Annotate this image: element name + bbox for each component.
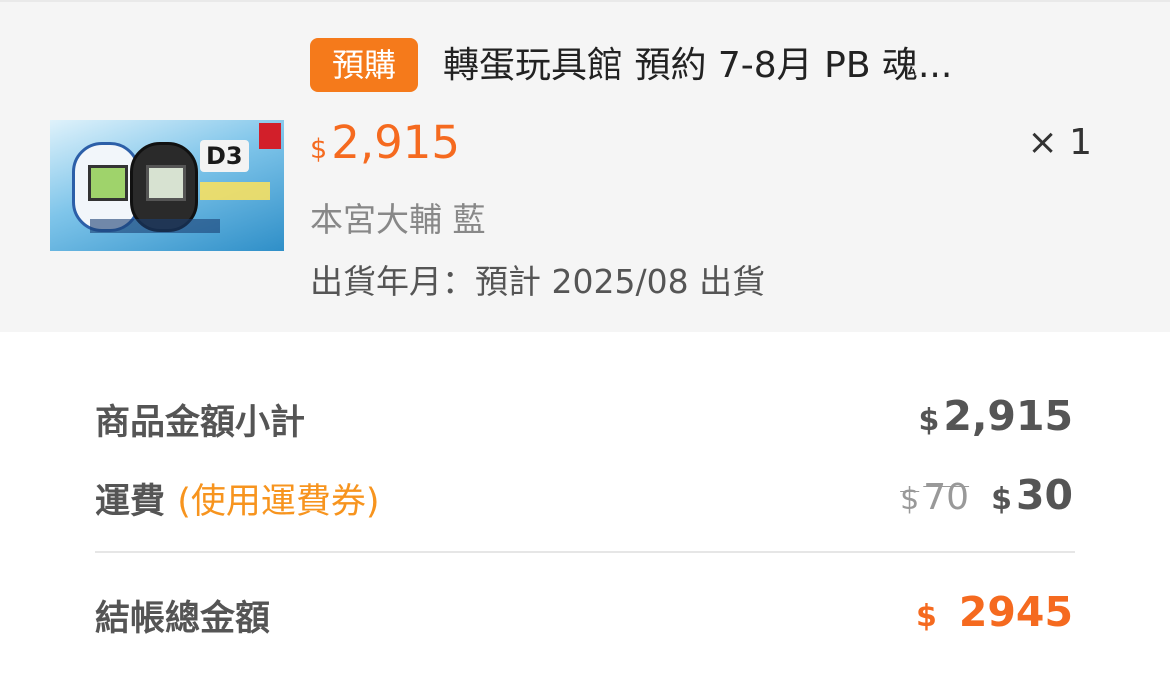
product-thumbnail[interactable]: D3: [50, 120, 284, 251]
product-quantity: × 1: [1027, 122, 1092, 163]
shipping-old-value: 70: [923, 477, 970, 518]
product-title[interactable]: 轉蛋玩具館 預約 7-8月 PB 魂...: [443, 40, 952, 92]
subtotal-label: 商品金額小計: [95, 403, 306, 443]
product-logo: D3: [200, 140, 249, 172]
total-label: 結帳總金額: [95, 599, 271, 639]
order-item-card[interactable]: D3 預購 轉蛋玩具館 預約 7-8月 PB 魂... $2,915 × 1 本…: [0, 0, 1170, 332]
shipping-currency: $: [991, 482, 1012, 517]
ship-date: 出貨年月：預計 2025/08 出貨: [310, 262, 766, 301]
total-value: 2945: [958, 588, 1073, 636]
promo-caption: [90, 219, 220, 233]
brand-logo: [259, 123, 281, 149]
summary-divider: [95, 551, 1075, 553]
shipping-amount: $70 $30: [900, 471, 1073, 519]
price-currency: $: [310, 134, 328, 165]
total-currency: $: [916, 599, 937, 634]
subtotal-amount: $2,915: [918, 392, 1073, 440]
price-value: 2,915: [331, 116, 461, 169]
shipping-original-price: $70: [900, 477, 969, 518]
shipping-label: 運費 (使用運費券): [95, 473, 380, 524]
shipping-coupon-note[interactable]: (使用運費券): [177, 482, 379, 522]
promo-banner: [200, 182, 270, 200]
subtotal-currency: $: [918, 403, 940, 438]
product-variant: 本宮大輔 藍: [310, 200, 486, 239]
shipping-label-text: 運費: [95, 482, 166, 522]
product-price: $2,915: [310, 116, 460, 169]
total-amount: $2945: [916, 588, 1073, 636]
subtotal-value: 2,915: [943, 392, 1073, 440]
shipping-old-currency: $: [900, 482, 920, 517]
preorder-badge: 預購: [310, 38, 418, 92]
shipping-value: 30: [1015, 471, 1073, 519]
